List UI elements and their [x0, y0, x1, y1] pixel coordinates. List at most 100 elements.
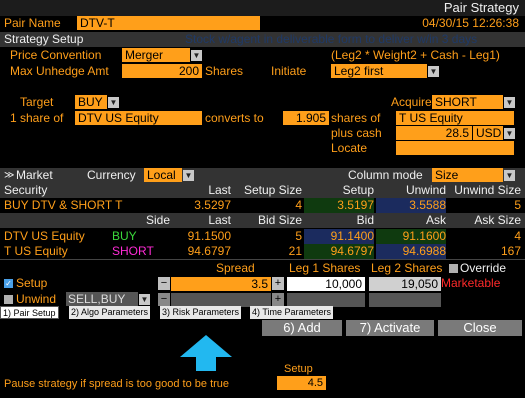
locate-label: Locate — [331, 141, 368, 155]
divider — [0, 259, 525, 260]
chevron-down-icon[interactable]: ▼ — [504, 170, 515, 181]
setup-leg1-shares-field[interactable]: 10,000 — [287, 277, 365, 291]
table-row-setup-size: 4 — [295, 198, 302, 212]
tab-risk-parameters[interactable]: 3) Risk Parameters — [160, 306, 242, 319]
table-row-ask: 94.6988 — [376, 244, 446, 259]
table-row-security: BUY DTV & SHORT T — [4, 198, 123, 212]
ratio-field[interactable]: 1.905 — [283, 111, 329, 125]
col-unwind: Unwind — [405, 183, 446, 197]
cash-field[interactable]: 28.5 — [396, 126, 472, 140]
collapse-chevron-icon[interactable]: ≫ — [4, 168, 14, 183]
table-row-bid: 94.6797 — [304, 244, 374, 259]
converts-to-label: converts to — [205, 111, 264, 125]
one-share-of-label: 1 share of — [10, 111, 64, 125]
cash-currency-select[interactable]: USD — [473, 126, 503, 140]
unwind-spread-field[interactable] — [171, 293, 271, 307]
leg2-shares-header: Leg 2 Shares — [371, 261, 443, 275]
unwind-checkbox[interactable] — [4, 295, 13, 304]
setup-label: Setup — [16, 276, 48, 290]
table-row-side: SHORT — [112, 244, 154, 258]
setup-leg2-shares-field[interactable]: 19,050 — [369, 277, 441, 291]
arrow-up-icon — [180, 335, 232, 357]
currency-label: Currency — [87, 168, 136, 182]
table-row-unwind: 3.5588 — [376, 198, 446, 213]
override-checkbox[interactable] — [449, 264, 458, 273]
table-row-last: 3.5297 — [194, 198, 231, 212]
col-setup: Setup — [342, 183, 374, 197]
column-mode-label: Column mode — [348, 168, 423, 182]
leg2-security-field[interactable]: T US Equity — [396, 111, 514, 125]
acquire-label: Acquire — [391, 95, 432, 109]
col-security: Security — [4, 183, 48, 197]
setup-checkbox[interactable]: ✓ — [4, 279, 13, 288]
table-row-last: 91.1500 — [187, 229, 231, 243]
max-unhedge-field[interactable]: 200 — [122, 64, 202, 78]
chevron-down-icon[interactable]: ▼ — [108, 97, 119, 108]
col-side: Side — [145, 213, 170, 227]
chevron-down-icon[interactable]: ▼ — [183, 170, 194, 181]
table-row-security: T US Equity — [4, 244, 68, 258]
target-select[interactable]: BUY — [75, 95, 107, 109]
table-row-bid: 91.1400 — [304, 229, 374, 244]
price-convention-label: Price Convention — [10, 48, 102, 62]
arrow-stem — [196, 357, 216, 371]
strategy-note: Stock w/agent in deliverable form to del… — [185, 32, 478, 46]
plus-cash-label: plus cash — [331, 126, 382, 140]
leg1-security-field[interactable]: DTV US Equity — [75, 111, 202, 125]
max-unhedge-label: Max Unhedge Amt — [10, 64, 109, 78]
price-convention-select[interactable]: Merger — [122, 48, 190, 62]
table-row-ask-size: 4 — [514, 229, 521, 243]
initiate-select[interactable]: Leg2 first — [331, 64, 427, 78]
table-row-bid-size: 5 — [295, 229, 302, 243]
unwind-leg1-shares-field[interactable] — [287, 293, 365, 307]
locate-field[interactable] — [396, 141, 514, 155]
add-button[interactable]: 6) Add — [262, 320, 342, 336]
market-label: Market — [16, 168, 53, 182]
unwind-spread-decrement-button[interactable]: − — [158, 293, 170, 306]
window-title: Pair Strategy — [443, 0, 519, 15]
table-row-side: BUY — [112, 229, 137, 243]
tab-pair-setup[interactable]: 1) Pair Setup — [0, 306, 59, 319]
leg1-shares-header: Leg 1 Shares — [289, 261, 361, 275]
col-setup-size: Setup Size — [243, 183, 302, 197]
unwind-label: Unwind — [16, 292, 57, 306]
spread-header: Spread — [216, 261, 255, 275]
target-label: Target — [20, 95, 54, 109]
unwind-spread-increment-button[interactable]: + — [272, 293, 284, 306]
chevron-down-icon[interactable]: ▼ — [504, 128, 515, 139]
table-row-ask-size: 167 — [500, 244, 521, 258]
pause-strategy-text: Pause strategy if spread is too good to … — [4, 378, 230, 390]
unwind-select[interactable]: SELL,BUY — [66, 292, 138, 306]
col-unwind-size: Unwind Size — [454, 183, 521, 197]
activate-button[interactable]: 7) Activate — [346, 320, 434, 336]
col-last: Last — [208, 183, 231, 197]
chevron-down-icon[interactable]: ▼ — [504, 97, 515, 108]
unwind-leg2-shares-field[interactable] — [369, 293, 441, 307]
table-row-security: DTV US Equity — [4, 229, 85, 243]
tab-time-parameters[interactable]: 4) Time Parameters — [250, 306, 334, 319]
pause-spread-field[interactable]: 4.5 — [277, 376, 326, 390]
spread-decrement-button[interactable]: − — [158, 277, 170, 290]
shares-of-label: shares of — [331, 111, 381, 125]
column-mode-select[interactable]: Size — [432, 168, 503, 182]
close-button[interactable]: Close — [438, 320, 522, 336]
shares-unit: Shares — [205, 64, 244, 78]
table-row-unwind-size: 5 — [514, 198, 521, 212]
pair-strategy-window: Pair Strategy Pair Name DTV-T 04/30/15 1… — [0, 0, 525, 336]
pair-name-field[interactable]: DTV-T — [77, 16, 260, 30]
marketable-label: Marketable — [441, 276, 501, 290]
setup-spread-field[interactable]: 3.5 — [171, 277, 271, 291]
currency-select[interactable]: Local — [144, 168, 182, 182]
risk-setup-label: Setup — [284, 363, 313, 375]
col-bid-size: Bid Size — [257, 213, 302, 227]
strategy-setup-label: Strategy Setup — [4, 32, 84, 46]
chevron-down-icon[interactable]: ▼ — [428, 66, 439, 77]
tab-algo-parameters[interactable]: 2) Algo Parameters — [69, 306, 151, 319]
chevron-down-icon[interactable]: ▼ — [139, 294, 150, 305]
table-row-last: 94.6797 — [187, 244, 231, 258]
initiate-label: Initiate — [271, 64, 307, 78]
acquire-select[interactable]: SHORT — [432, 95, 503, 109]
spread-increment-button[interactable]: + — [272, 277, 284, 290]
col-ask-size: Ask Size — [474, 213, 521, 227]
chevron-down-icon[interactable]: ▼ — [191, 50, 202, 61]
